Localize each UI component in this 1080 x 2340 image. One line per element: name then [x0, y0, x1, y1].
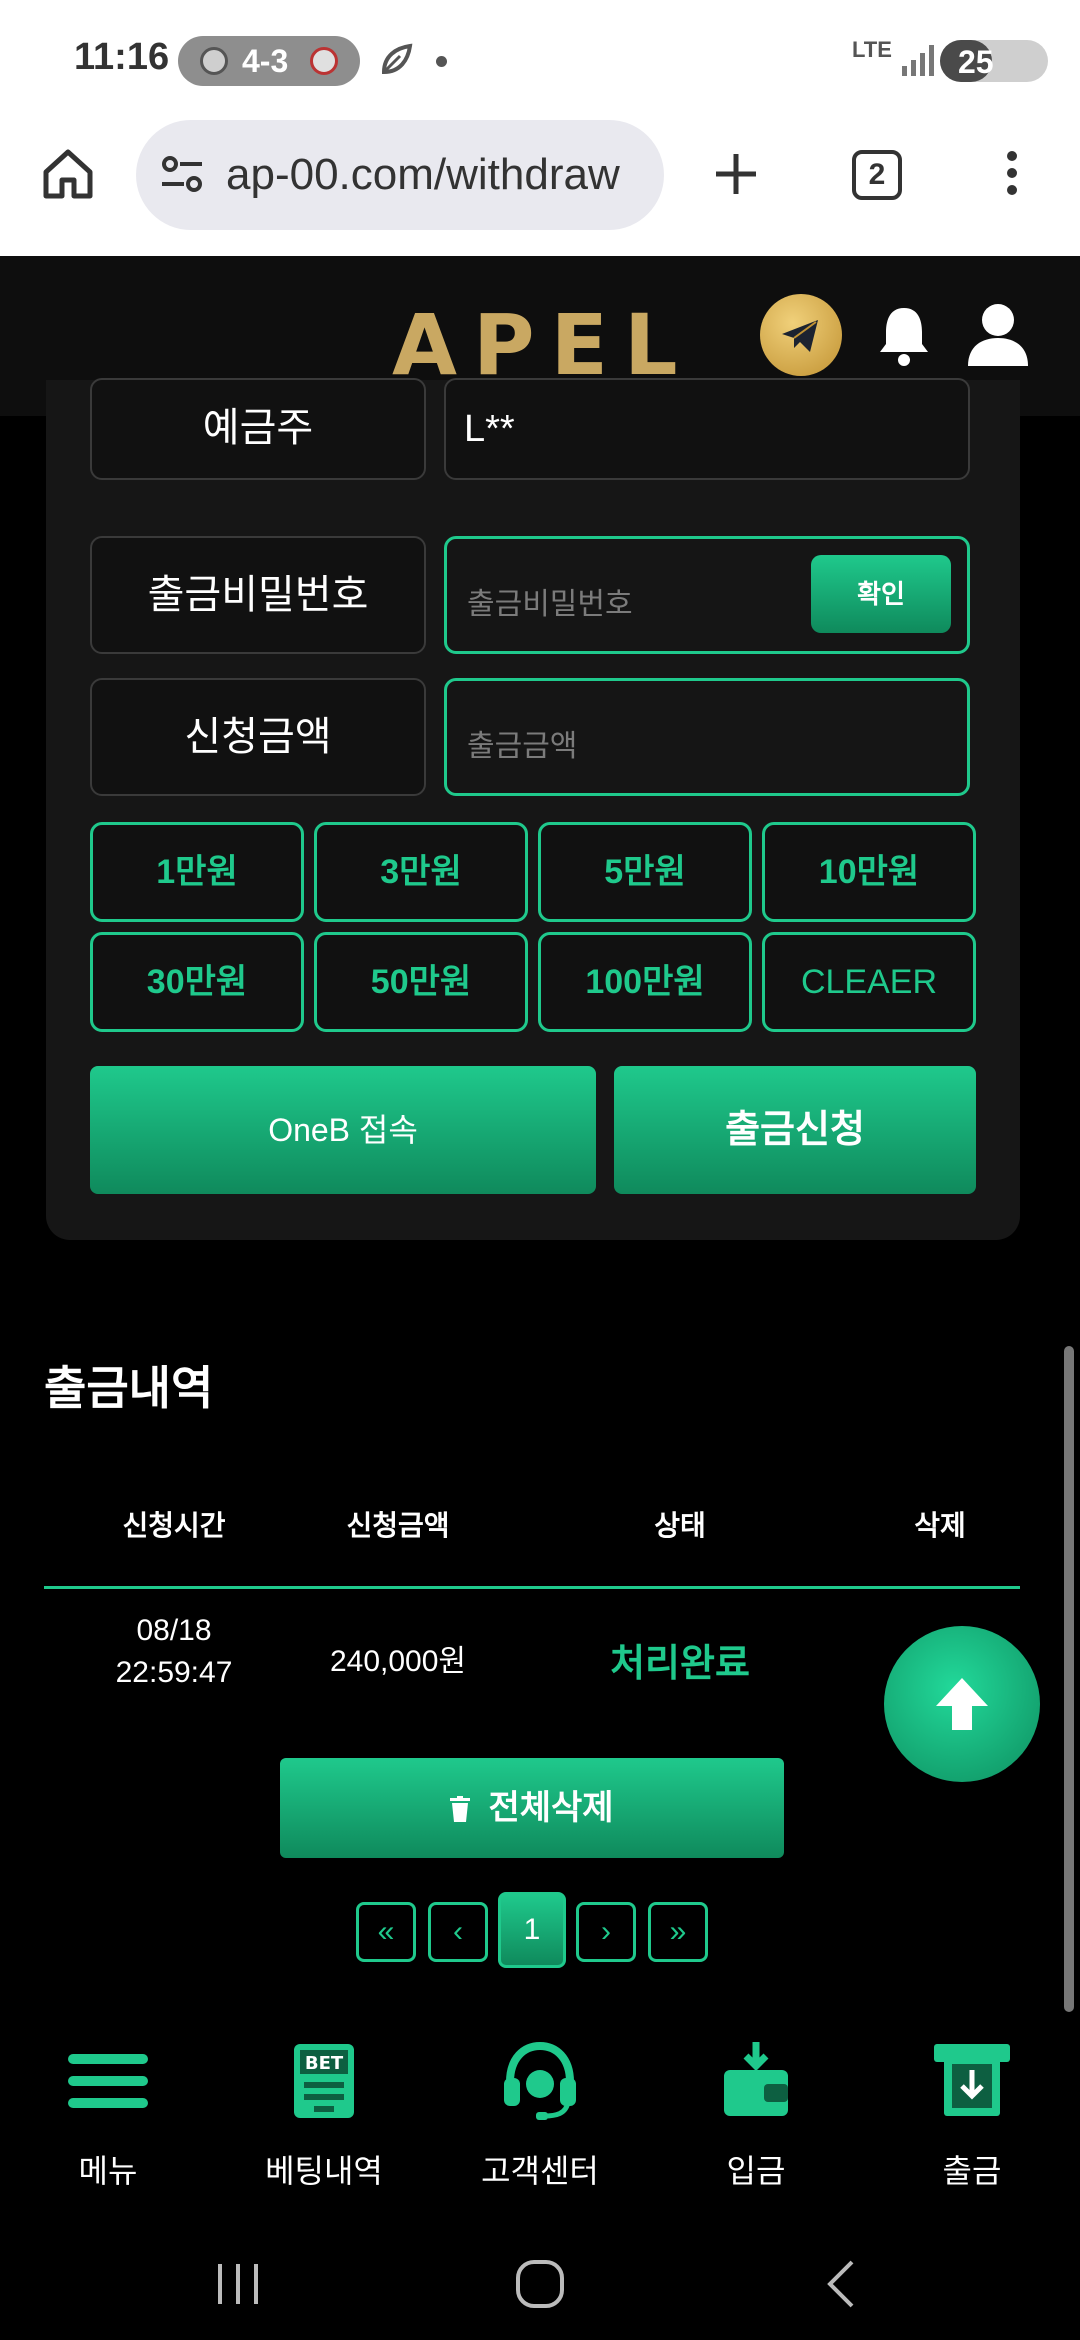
prev-page-button[interactable]: ‹: [428, 1902, 488, 1962]
nav-bet-history-label: 베팅내역: [265, 2153, 383, 2189]
system-navigation-bar: [0, 2220, 1080, 2340]
withdraw-amount-placeholder[interactable]: 출금금액: [467, 721, 577, 765]
withdraw-form-card: 예금주 L** 출금비밀번호 출금비밀번호 확인 신청금액 출금금액 1만원 3…: [46, 378, 1020, 1240]
home-icon[interactable]: [40, 146, 96, 202]
withdraw-password-label: 출금비밀번호: [90, 536, 426, 654]
nav-deposit[interactable]: 입금: [648, 2036, 864, 2206]
delete-all-button[interactable]: 전체삭제: [280, 1758, 784, 1858]
trash-icon: [450, 1796, 471, 1822]
request-amount-label: 신청금액: [90, 678, 426, 796]
recent-apps-icon[interactable]: [208, 2254, 268, 2314]
notification-dot-icon: [436, 56, 447, 67]
withdraw-history-title: 출금내역: [44, 1362, 214, 1414]
withdraw-request-button[interactable]: 출금신청: [614, 1066, 976, 1194]
nav-customer-center-label: 고객센터: [481, 2153, 599, 2189]
last-page-button[interactable]: »: [648, 1902, 708, 1962]
status-bar: 11:16 4-3 LTE 25: [0, 0, 1080, 120]
oneb-connect-button[interactable]: OneB 접속: [90, 1066, 596, 1194]
url-text[interactable]: ap-00.com/withdraw: [226, 150, 646, 202]
team-logo-icon: [200, 47, 228, 75]
bet-icon: BET: [294, 2044, 354, 2118]
amount-10k-button[interactable]: 1만원: [90, 822, 304, 922]
bell-icon[interactable]: [874, 302, 934, 368]
live-score-pill: 4-3: [178, 36, 360, 86]
row-time: 22:59:47: [115, 1656, 233, 1689]
column-header-status: 상태: [654, 1510, 706, 1541]
battery-level: 25: [958, 44, 994, 80]
battery-icon: 25: [940, 40, 1048, 82]
row-date: 08/18: [136, 1614, 212, 1647]
withdraw-password-placeholder[interactable]: 출금비밀번호: [467, 579, 633, 623]
back-icon[interactable]: [812, 2254, 872, 2314]
withdraw-icon: [934, 2044, 1010, 2116]
tab-switcher-button[interactable]: 2: [852, 150, 902, 200]
withdraw-amount-field[interactable]: 출금금액: [444, 678, 970, 796]
svg-text:BET: BET: [305, 2053, 344, 2074]
account-holder-label: 예금주: [90, 378, 426, 480]
nav-menu-label: 메뉴: [78, 2153, 138, 2189]
column-header-request-time: 신청시간: [122, 1510, 226, 1541]
amount-300k-button[interactable]: 30만원: [90, 932, 304, 1032]
page-scrollbar[interactable]: [1064, 1346, 1074, 2012]
signal-icon: [902, 45, 934, 76]
clear-amount-button[interactable]: CLEAER: [762, 932, 976, 1032]
nav-bet-history[interactable]: BET 베팅내역: [216, 2036, 432, 2206]
nav-menu[interactable]: 메뉴: [0, 2036, 216, 2206]
browser-toolbar: ap-00.com/withdraw 2: [0, 120, 1080, 256]
confirm-password-button[interactable]: 확인: [811, 555, 951, 633]
account-holder-field: L**: [444, 378, 970, 480]
amount-1m-button[interactable]: 100만원: [538, 932, 752, 1032]
nav-customer-center[interactable]: 고객센터: [432, 2036, 648, 2206]
wallet-icon: [724, 2042, 788, 2116]
scroll-to-top-button[interactable]: [884, 1626, 1040, 1782]
live-score: 4-3: [242, 43, 289, 79]
column-header-request-amount: 신청금액: [346, 1510, 450, 1541]
user-icon[interactable]: [966, 300, 1030, 368]
menu-icon: [68, 2054, 148, 2108]
home-button-icon[interactable]: [510, 2254, 570, 2314]
leaf-icon: [381, 43, 413, 75]
amount-50k-button[interactable]: 5만원: [538, 822, 752, 922]
delete-all-label: 전체삭제: [488, 1789, 614, 1827]
amount-30k-button[interactable]: 3만원: [314, 822, 528, 922]
amount-100k-button[interactable]: 10만원: [762, 822, 976, 922]
bottom-navigation: 메뉴 BET 베팅내역 고객센터 입금 출금: [0, 2020, 1080, 2220]
table-header-divider: [44, 1586, 1020, 1589]
nav-withdraw[interactable]: 출금: [864, 2036, 1080, 2206]
more-options-icon[interactable]: [996, 146, 1028, 206]
amount-500k-button[interactable]: 50만원: [314, 932, 528, 1032]
row-status: 처리완료: [610, 1643, 750, 1685]
network-type: LTE: [852, 37, 892, 62]
site-settings-icon[interactable]: [158, 150, 206, 198]
telegram-icon[interactable]: [760, 294, 842, 376]
next-page-button[interactable]: ›: [576, 1902, 636, 1962]
column-header-delete: 삭제: [914, 1510, 966, 1541]
account-holder-value: L**: [464, 408, 515, 450]
status-time: 11:16: [74, 36, 170, 78]
headset-icon: [504, 2041, 576, 2120]
page-1-button[interactable]: 1: [498, 1892, 566, 1968]
withdraw-password-field[interactable]: 출금비밀번호 확인: [444, 536, 970, 654]
address-bar[interactable]: ap-00.com/withdraw: [136, 120, 664, 230]
nav-deposit-label: 입금: [726, 2153, 786, 2189]
new-tab-icon[interactable]: [708, 146, 764, 202]
first-page-button[interactable]: «: [356, 1902, 416, 1962]
row-amount: 240,000원: [329, 1645, 467, 1678]
team-logo-icon: [310, 47, 338, 75]
arrow-up-icon: [936, 1678, 988, 1730]
nav-withdraw-label: 출금: [942, 2153, 1002, 2189]
